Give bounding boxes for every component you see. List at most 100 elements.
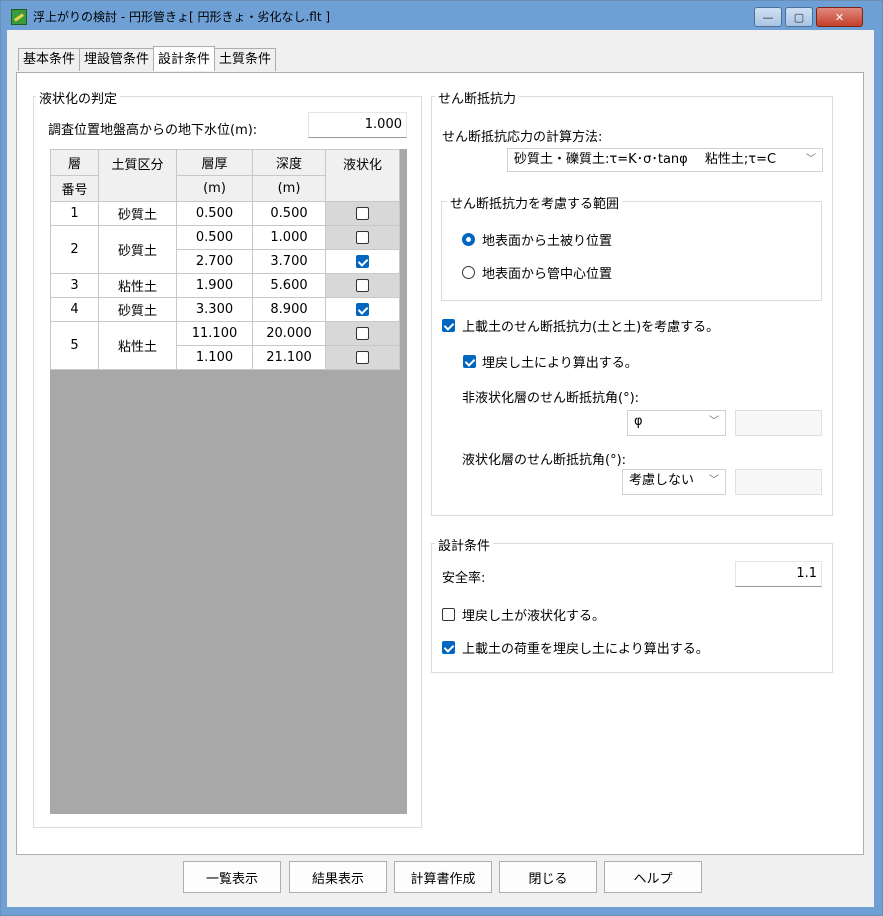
- radio-cover-depth-label[interactable]: 地表面から土被り位置: [482, 230, 612, 249]
- table-row: 3 粘性土 1.900 5.600: [50, 273, 406, 298]
- layer-depth: 3.700: [252, 249, 326, 274]
- layer-liquefaction-cell[interactable]: [325, 273, 400, 298]
- liquefaction-checkbox[interactable]: [356, 303, 369, 316]
- table-row: 4 砂質土 3.300 8.900: [50, 297, 406, 322]
- tab-strip: 基本条件 埋設管条件 設計条件 土質条件: [18, 46, 277, 72]
- layer-soil-type[interactable]: 粘性土: [98, 273, 177, 298]
- shear-method-select[interactable]: 砂質土・礫質土:τ=K･σ･tanφ 粘性土;τ=C ﹀: [507, 148, 823, 172]
- header-edge: [399, 149, 406, 202]
- groundwater-input[interactable]: 1.000: [308, 112, 407, 138]
- layer-soil-type[interactable]: 砂質土: [98, 297, 177, 322]
- close-button[interactable]: 閉じる: [499, 861, 597, 893]
- list-view-button[interactable]: 一覧表示: [183, 861, 281, 893]
- liq-angle-value-box: [735, 469, 822, 495]
- use-backfill-checkbox[interactable]: [463, 355, 476, 368]
- liquefaction-checkbox[interactable]: [356, 231, 369, 244]
- liquefaction-checkbox[interactable]: [356, 327, 369, 340]
- use-backfill-label[interactable]: 埋戻し土により算出する。: [482, 352, 638, 371]
- liquefaction-checkbox[interactable]: [356, 255, 369, 268]
- tab-design-conditions[interactable]: 設計条件: [153, 46, 216, 71]
- layer-depth: 1.000: [252, 225, 326, 250]
- radio-pipe-center-label[interactable]: 地表面から管中心位置: [482, 263, 612, 282]
- layer-number: 1: [50, 201, 99, 226]
- layer-thickness[interactable]: 1.900: [176, 273, 253, 298]
- nonliq-angle-label: 非液状化層のせん断抵抗角(°):: [462, 391, 640, 406]
- safety-factor-input[interactable]: 1.1: [735, 561, 822, 587]
- layer-liquefaction-cell[interactable]: [325, 345, 400, 370]
- layer-number: 5: [50, 321, 99, 370]
- layer-depth: 21.100: [252, 345, 326, 370]
- row-edge: [399, 225, 406, 250]
- layer-thickness[interactable]: 1.100: [176, 345, 253, 370]
- layer-soil-type[interactable]: 砂質土: [98, 225, 177, 274]
- layer-table: 層 土質区分 層厚 深度 液状化 番号 (m) (m) 1 砂質土 0.500 0.5…: [50, 149, 406, 370]
- header-layer-no: 層: [50, 149, 99, 176]
- chevron-down-icon: ﹀: [709, 475, 719, 486]
- overburden-load-checkbox[interactable]: [442, 641, 455, 654]
- radio-cover-depth[interactable]: [462, 233, 475, 246]
- layer-thickness[interactable]: 0.500: [176, 201, 253, 226]
- row-edge: [399, 345, 406, 370]
- shear-range-title: せん断抵抗力を考慮する範囲: [447, 193, 623, 212]
- overburden-load-label[interactable]: 上載土の荷重を埋戻し土により算出する。: [462, 638, 709, 657]
- layer-soil-type[interactable]: 粘性土: [98, 321, 177, 370]
- header-depth: 深度: [252, 149, 326, 176]
- header-layer-no-2: 番号: [50, 175, 99, 202]
- window-title: 浮上がりの検討 - 円形管きょ[ 円形きょ・劣化なし.flt ]: [33, 10, 331, 24]
- header-thickness-unit: (m): [176, 175, 253, 202]
- consider-overburden-checkbox[interactable]: [442, 319, 455, 332]
- nonliq-angle-select[interactable]: φ ﹀: [627, 410, 726, 436]
- row-edge: [399, 249, 406, 274]
- layer-depth: 8.900: [252, 297, 326, 322]
- layer-thickness[interactable]: 0.500: [176, 225, 253, 250]
- liq-angle-select[interactable]: 考慮しない ﹀: [622, 469, 726, 495]
- layer-depth: 20.000: [252, 321, 326, 346]
- backfill-liquefies-label[interactable]: 埋戻し土が液状化する。: [462, 605, 605, 624]
- header-soil-type: 土質区分: [98, 149, 177, 202]
- layer-soil-type[interactable]: 砂質土: [98, 201, 177, 226]
- layer-liquefaction-cell[interactable]: [325, 297, 400, 322]
- layer-liquefaction-cell[interactable]: [325, 225, 400, 250]
- liquefaction-checkbox[interactable]: [356, 279, 369, 292]
- header-liquefaction: 液状化: [325, 149, 400, 202]
- layer-depth: 0.500: [252, 201, 326, 226]
- app-icon: [11, 9, 27, 25]
- close-window-button[interactable]: ✕: [816, 7, 863, 27]
- layer-liquefaction-cell[interactable]: [325, 321, 400, 346]
- tab-basic-conditions[interactable]: 基本条件: [18, 48, 81, 71]
- chevron-down-icon: ﹀: [806, 154, 816, 165]
- layer-thickness[interactable]: 3.300: [176, 297, 253, 322]
- shear-method-label: せん断抵抗応力の計算方法:: [442, 130, 603, 145]
- layer-number: 4: [50, 297, 99, 322]
- backfill-liquefies-checkbox[interactable]: [442, 608, 455, 621]
- liquefaction-group-title: 液状化の判定: [36, 88, 121, 107]
- minimize-button[interactable]: —: [754, 7, 782, 27]
- shear-group-title: せん断抵抗力: [435, 88, 520, 107]
- tab-soil-conditions[interactable]: 土質条件: [214, 48, 277, 71]
- table-row: 5 粘性土 11.100 20.000: [50, 321, 406, 370]
- row-edge: [399, 297, 406, 322]
- tab-buried-pipe-conditions[interactable]: 埋設管条件: [79, 48, 155, 71]
- liquefaction-checkbox[interactable]: [356, 351, 369, 364]
- layer-thickness[interactable]: 11.100: [176, 321, 253, 346]
- maximize-button[interactable]: ▢: [785, 7, 813, 27]
- shear-range-group: [441, 201, 822, 301]
- help-button[interactable]: ヘルプ: [604, 861, 702, 893]
- layer-thickness[interactable]: 2.700: [176, 249, 253, 274]
- groundwater-label: 調査位置地盤高からの地下水位(m):: [48, 123, 258, 138]
- liquefaction-checkbox[interactable]: [356, 207, 369, 220]
- title-bar[interactable]: 浮上がりの検討 - 円形管きょ[ 円形きょ・劣化なし.flt ] — ▢ ✕: [1, 1, 882, 31]
- layer-liquefaction-cell[interactable]: [325, 201, 400, 226]
- result-view-button[interactable]: 結果表示: [289, 861, 387, 893]
- row-edge: [399, 201, 406, 226]
- consider-overburden-label[interactable]: 上載土のせん断抵抗力(土と土)を考慮する。: [462, 316, 719, 335]
- table-row: 1 砂質土 0.500 0.500: [50, 201, 406, 226]
- row-edge: [399, 273, 406, 298]
- create-report-button[interactable]: 計算書作成: [394, 861, 492, 893]
- nonliq-angle-value: φ: [634, 414, 643, 429]
- radio-pipe-center[interactable]: [462, 266, 475, 279]
- header-depth-unit: (m): [252, 175, 326, 202]
- layer-liquefaction-cell[interactable]: [325, 249, 400, 274]
- shear-method-value: 砂質土・礫質土:τ=K･σ･tanφ 粘性土;τ=C: [514, 152, 777, 167]
- liq-angle-label: 液状化層のせん断抵抗角(°):: [462, 453, 627, 468]
